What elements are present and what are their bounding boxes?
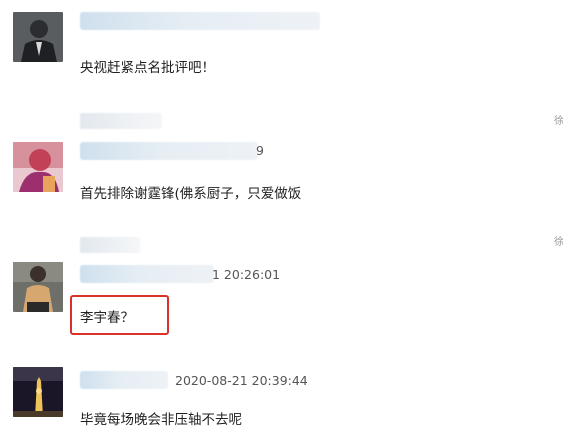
timestamp: 1 20:26:01 (212, 267, 281, 282)
avatar-image (13, 262, 63, 312)
comment-text: 李宇春？ (80, 310, 134, 326)
timestamp-fragment: 9 (256, 143, 264, 158)
timestamp: 2020-08-21 20:39:44 (175, 373, 308, 388)
comment-item: 9 首先排除谢霆锋(佛系厨子，只爱做饭 (0, 110, 563, 253)
comment-text: 毕竟每场晚会非压轴不去呢 (80, 412, 242, 428)
comment-text: 央视赶紧点名批评吧！ (80, 60, 215, 76)
edge-glyph: 徐 (554, 116, 563, 127)
comment-item: 2020-08-21 20:39:44 毕竟每场晚会非压轴不去呢 (0, 340, 563, 439)
username-blurred (80, 371, 168, 389)
comment-text: 首先排除谢霆锋(佛系厨子，只爱做饭 (80, 186, 302, 202)
comment-item: 1 20:26:01 李宇春？ (0, 230, 563, 340)
username-timestamp-blurred (80, 12, 320, 30)
avatar-image (13, 142, 63, 192)
user-avatar[interactable] (13, 12, 63, 62)
edge-glyph: 徐 (554, 237, 563, 248)
user-avatar[interactable] (13, 367, 63, 417)
user-avatar[interactable] (13, 262, 63, 312)
comment-item: 央视赶紧点名批评吧！ (0, 0, 563, 129)
user-avatar[interactable] (13, 142, 63, 192)
username-timestamp-blurred (80, 142, 258, 160)
username-timestamp-blurred (80, 265, 214, 283)
avatar-image (13, 12, 63, 62)
avatar-image (13, 367, 63, 417)
